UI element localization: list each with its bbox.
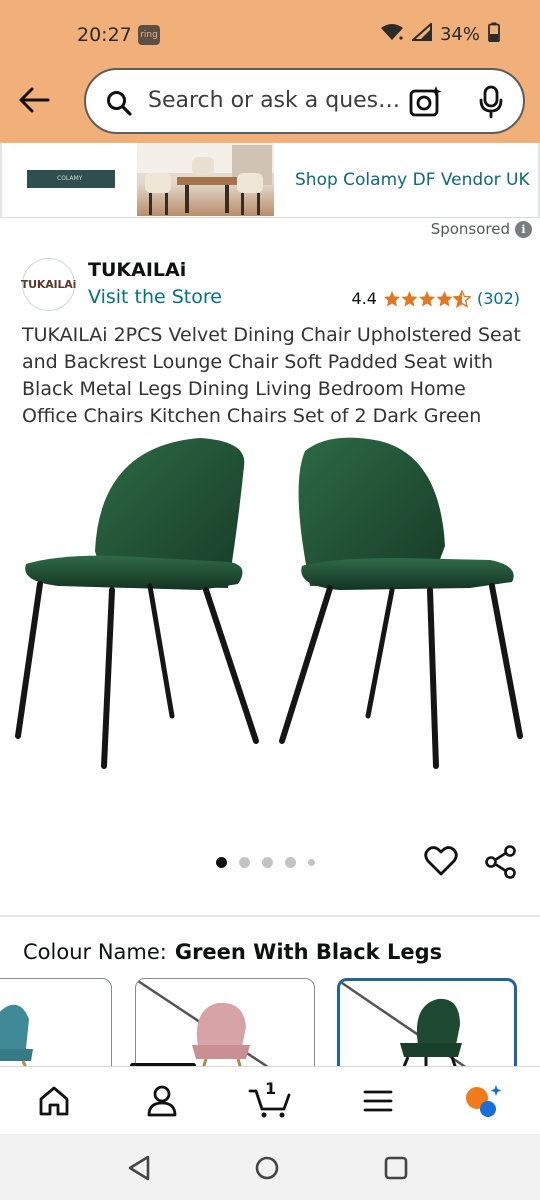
carousel-dot[interactable] — [308, 859, 315, 866]
search-icon — [106, 90, 132, 121]
star-rating-icon — [383, 289, 471, 308]
nav-home[interactable] — [34, 1081, 74, 1121]
status-time: 20:27 — [77, 24, 132, 46]
rating-count: (302) — [476, 289, 520, 308]
cart-count-badge: 1 — [265, 1079, 277, 1098]
sponsored-banner[interactable]: COLAMY Shop Colamy DF Vendor UK — [0, 143, 540, 218]
brand-name: TUKAILAi — [88, 259, 187, 281]
system-recents-button[interactable] — [382, 1154, 410, 1182]
chair-right — [279, 437, 523, 769]
info-icon[interactable]: i — [515, 220, 532, 238]
wifi-icon — [380, 23, 404, 46]
ring-app-icon: ring — [138, 25, 160, 45]
product-image[interactable] — [0, 436, 540, 786]
status-bar: 20:27 ring 34% — [0, 0, 540, 70]
carousel-dot[interactable] — [216, 857, 227, 868]
section-divider — [0, 915, 540, 917]
microphone-icon[interactable] — [478, 85, 504, 124]
colour-label-text: Colour Name: — [23, 940, 167, 964]
carousel-dot[interactable] — [285, 857, 296, 868]
colour-swatches — [0, 978, 540, 1068]
system-home-button[interactable] — [253, 1154, 281, 1182]
menu-icon — [363, 1090, 393, 1112]
back-button[interactable] — [14, 80, 54, 120]
chair-left — [15, 438, 259, 769]
rufus-icon — [466, 1085, 502, 1117]
rating-summary[interactable]: 4.4 (302) — [352, 289, 520, 308]
bottom-navigation: 1 — [0, 1066, 540, 1134]
carousel-dot[interactable] — [262, 857, 273, 868]
sponsored-text: Sponsored — [430, 220, 510, 238]
product-title: TUKAILAi 2PCS Velvet Dining Chair Uphols… — [22, 324, 521, 427]
brand-banner-logo: COLAMY — [27, 170, 115, 188]
system-navigation-bar — [0, 1134, 540, 1200]
wishlist-heart-icon[interactable] — [424, 845, 458, 879]
visit-store-link[interactable]: Visit the Store — [88, 286, 222, 308]
app-header: 20:27 ring 34% Search or ask a ques… — [0, 0, 540, 143]
account-icon — [147, 1085, 177, 1117]
status-indicators: 34% — [380, 21, 500, 47]
square-recents-icon — [384, 1156, 408, 1180]
carousel-dot[interactable] — [239, 857, 250, 868]
circle-home-icon — [255, 1156, 279, 1180]
rating-value: 4.4 — [351, 289, 377, 308]
banner-image — [137, 143, 274, 216]
triangle-back-icon — [128, 1155, 150, 1181]
sponsored-label[interactable]: Sponsored i — [431, 220, 532, 238]
home-icon — [39, 1086, 69, 1116]
colour-selected-value: Green With Black Legs — [174, 940, 443, 964]
system-back-button[interactable] — [125, 1154, 153, 1182]
arrow-left-icon — [19, 87, 50, 113]
nav-cart[interactable]: 1 — [248, 1079, 292, 1121]
swatch-dark-green[interactable] — [337, 978, 517, 1068]
nav-account[interactable] — [142, 1081, 182, 1121]
colour-selector-label: Colour Name: Green With Black Legs — [23, 940, 442, 964]
swatch-teal[interactable] — [0, 978, 112, 1068]
nav-menu[interactable] — [358, 1081, 398, 1121]
brand-logo[interactable]: TUKAILAi — [21, 258, 76, 311]
battery-percent: 34% — [439, 24, 480, 45]
banner-shop-link[interactable]: Shop Colamy DF Vendor UK — [295, 170, 530, 190]
carousel-dots[interactable] — [216, 857, 315, 868]
search-input[interactable]: Search or ask a ques… — [148, 88, 400, 113]
nav-rufus-assistant[interactable] — [464, 1081, 504, 1121]
battery-icon — [488, 22, 500, 47]
share-icon[interactable] — [484, 845, 518, 879]
camera-search-icon[interactable] — [409, 85, 443, 122]
swatch-pink[interactable] — [135, 978, 315, 1068]
signal-icon — [410, 21, 432, 46]
search-bar[interactable]: Search or ask a ques… — [84, 68, 525, 134]
